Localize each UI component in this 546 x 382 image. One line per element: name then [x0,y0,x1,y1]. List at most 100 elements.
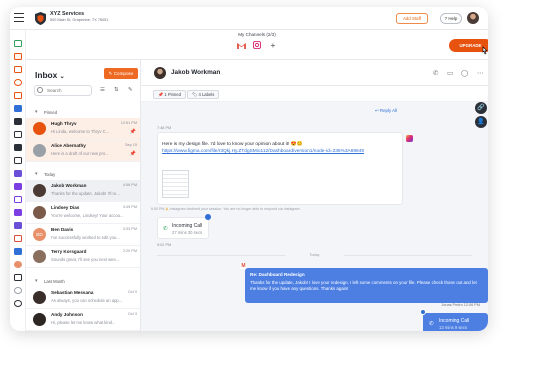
message-thread: ↩ Reply All 7:48 PM Here is my design fi… [141,102,488,331]
nav-rail [10,30,26,331]
video-icon[interactable]: ▭ [447,69,453,77]
calendar-icon[interactable] [14,105,22,112]
phone-icon[interactable]: ✆ [433,69,438,77]
avatar [33,184,46,197]
top-bar: XYZ Services 500 Main St, Grapevine, TX … [10,7,488,30]
avatar [33,206,46,219]
company-name: XYZ Services [50,11,85,17]
conversation-name: Terry Korsgaard [51,249,87,254]
gmail-icon[interactable] [236,40,246,50]
conversation-time: 12:51 PM [120,121,137,125]
payments-icon[interactable] [14,170,22,177]
conversation-name: Sebastian Messana [51,290,94,295]
conversation-preview: Hi, please let me know what kind... [51,320,116,325]
reply-all-link[interactable]: ↩ Reply All [375,108,397,114]
outgoing-call-card[interactable]: ✆ Incoming Call 13 mins 9 secs [420,309,488,331]
compose-label: Compose [113,71,134,76]
tools-icon[interactable] [14,235,22,242]
mail-icon[interactable] [14,53,22,60]
thumbs-up-icon[interactable] [14,183,22,190]
pin-icon[interactable]: 📌 [130,151,136,157]
add-channel-button[interactable]: + [268,40,278,50]
reports-icon[interactable] [14,248,22,255]
team-icon[interactable] [14,261,22,268]
reviews-icon[interactable] [14,92,22,99]
section-today[interactable]: Today [26,169,140,180]
message-icon[interactable]: ◯ [461,69,468,77]
edit-icon[interactable]: ✎ [128,87,133,93]
help-label: Help [448,16,458,21]
figma-link[interactable]: https://www.figma.com/file/r3Qkj.Hy.ZTdg… [162,149,372,155]
avatar [33,291,46,304]
conversation-time: 2:20 PM [122,249,137,253]
inbox-panel: Inbox ⌄ ✎ Compose ☰ ⇅ ✎ Pinned Hugh Thry… [26,60,141,331]
channel-dot-icon [420,309,426,315]
error-text: Instagram declined your session. You are… [169,207,301,211]
settings-icon[interactable] [14,300,22,307]
inbox-title[interactable]: Inbox ⌄ [35,70,65,80]
list-item[interactable]: Sebastian Messana As always, you can sch… [26,287,140,309]
social-icon[interactable] [14,196,22,203]
pin-icon[interactable]: 📌 [130,129,136,135]
marketing-icon[interactable] [14,209,22,216]
filter-icon[interactable]: ☰ [100,87,105,93]
help-center-icon[interactable] [14,287,22,294]
conversation-preview: As always, you can schedule an app... [51,298,123,303]
pinned-tag[interactable]: 📌 1 Pinned [153,90,186,99]
list-item[interactable]: Jakob Workman Thanks for the update, Jak… [26,180,140,202]
file-thumbnail[interactable] [162,170,189,198]
list-item[interactable]: BD Ben Davis I've successfully worked to… [26,224,140,246]
conversation-name: Hugh Thryv [51,121,77,126]
conversation-preview: Sounds great, I'll see you next wee... [51,257,120,262]
list-item[interactable]: Lindsey Dias You're welcome, Lindsey! Yo… [26,202,140,224]
section-last-month[interactable]: Last Month [26,276,140,287]
contact-avatar[interactable] [154,67,166,79]
sent-by: Jonas Pedro 12:06 PM [441,303,480,307]
user-avatar[interactable] [467,12,479,24]
conversation-preview: I've successfully worked to edit you... [51,235,120,240]
list-item[interactable]: Hugh Thryv Hi Linda, welcome to Thryv C.… [26,118,140,140]
more-icon[interactable]: ⋯ [477,69,483,77]
documents-icon[interactable] [14,131,22,138]
section-pinned[interactable]: Pinned [26,107,140,118]
channels-title: My Channels (2/3) [238,32,276,37]
message-time: 7:48 PM [157,126,172,130]
channel-icons: + [236,40,278,50]
message-body: Thanks for the update, Jakob! I love you… [250,280,477,291]
contact-name[interactable]: Jakob Workman [171,69,220,76]
database-icon[interactable] [14,40,22,47]
add-staff-button[interactable]: Add Staff [396,13,428,24]
analytics-icon[interactable] [14,222,22,229]
tag-bar: 📌 1 Pinned 🏷 4 Labels [141,86,488,102]
call-time: 9:02 PM [157,243,172,247]
profile-tab-icon[interactable]: 👤 [475,116,487,128]
hamburger-menu-icon[interactable] [14,13,24,23]
invoice-icon[interactable] [14,144,22,151]
phone-icon[interactable] [14,79,22,86]
attachment-tab-icon[interactable]: 🔗 [475,102,487,114]
apps-icon[interactable] [14,274,22,281]
avatar [33,250,46,263]
incoming-call-card[interactable]: ✆ Incoming Call 27 mins 30 secs [157,214,211,239]
channel-dot-icon [205,214,211,220]
chevron-down-icon: ⌄ [59,74,65,80]
conversation-time: Oct 3 [127,312,137,316]
compose-button[interactable]: ✎ Compose [104,68,138,79]
inbox-title-label: Inbox [35,70,58,80]
labels-tag[interactable]: 🏷 4 Labels [187,90,220,99]
help-button[interactable]: ? Help [440,13,462,24]
instagram-icon[interactable] [252,40,262,50]
reply-all-label: Reply All [379,108,397,113]
call-duration: 27 mins 30 secs [172,230,203,235]
company-address: 500 Main St, Grapevine, TX 76051 [50,18,109,22]
chat-icon[interactable] [14,66,22,73]
list-item[interactable]: Alice Abernathy Here is a draft of our n… [26,140,140,162]
message-text: Here is my design file. I'd love to know… [162,142,303,147]
company-logo [35,12,46,25]
list-item[interactable]: Andy Johnson Hi, please let me know what… [26,309,140,331]
edit-icon[interactable] [14,157,22,164]
list-item[interactable]: Terry Korsgaard Sounds great, I'll see y… [26,246,140,268]
contacts-icon[interactable] [14,118,22,125]
sort-icon[interactable]: ⇅ [114,87,119,93]
search-icon [37,87,43,93]
